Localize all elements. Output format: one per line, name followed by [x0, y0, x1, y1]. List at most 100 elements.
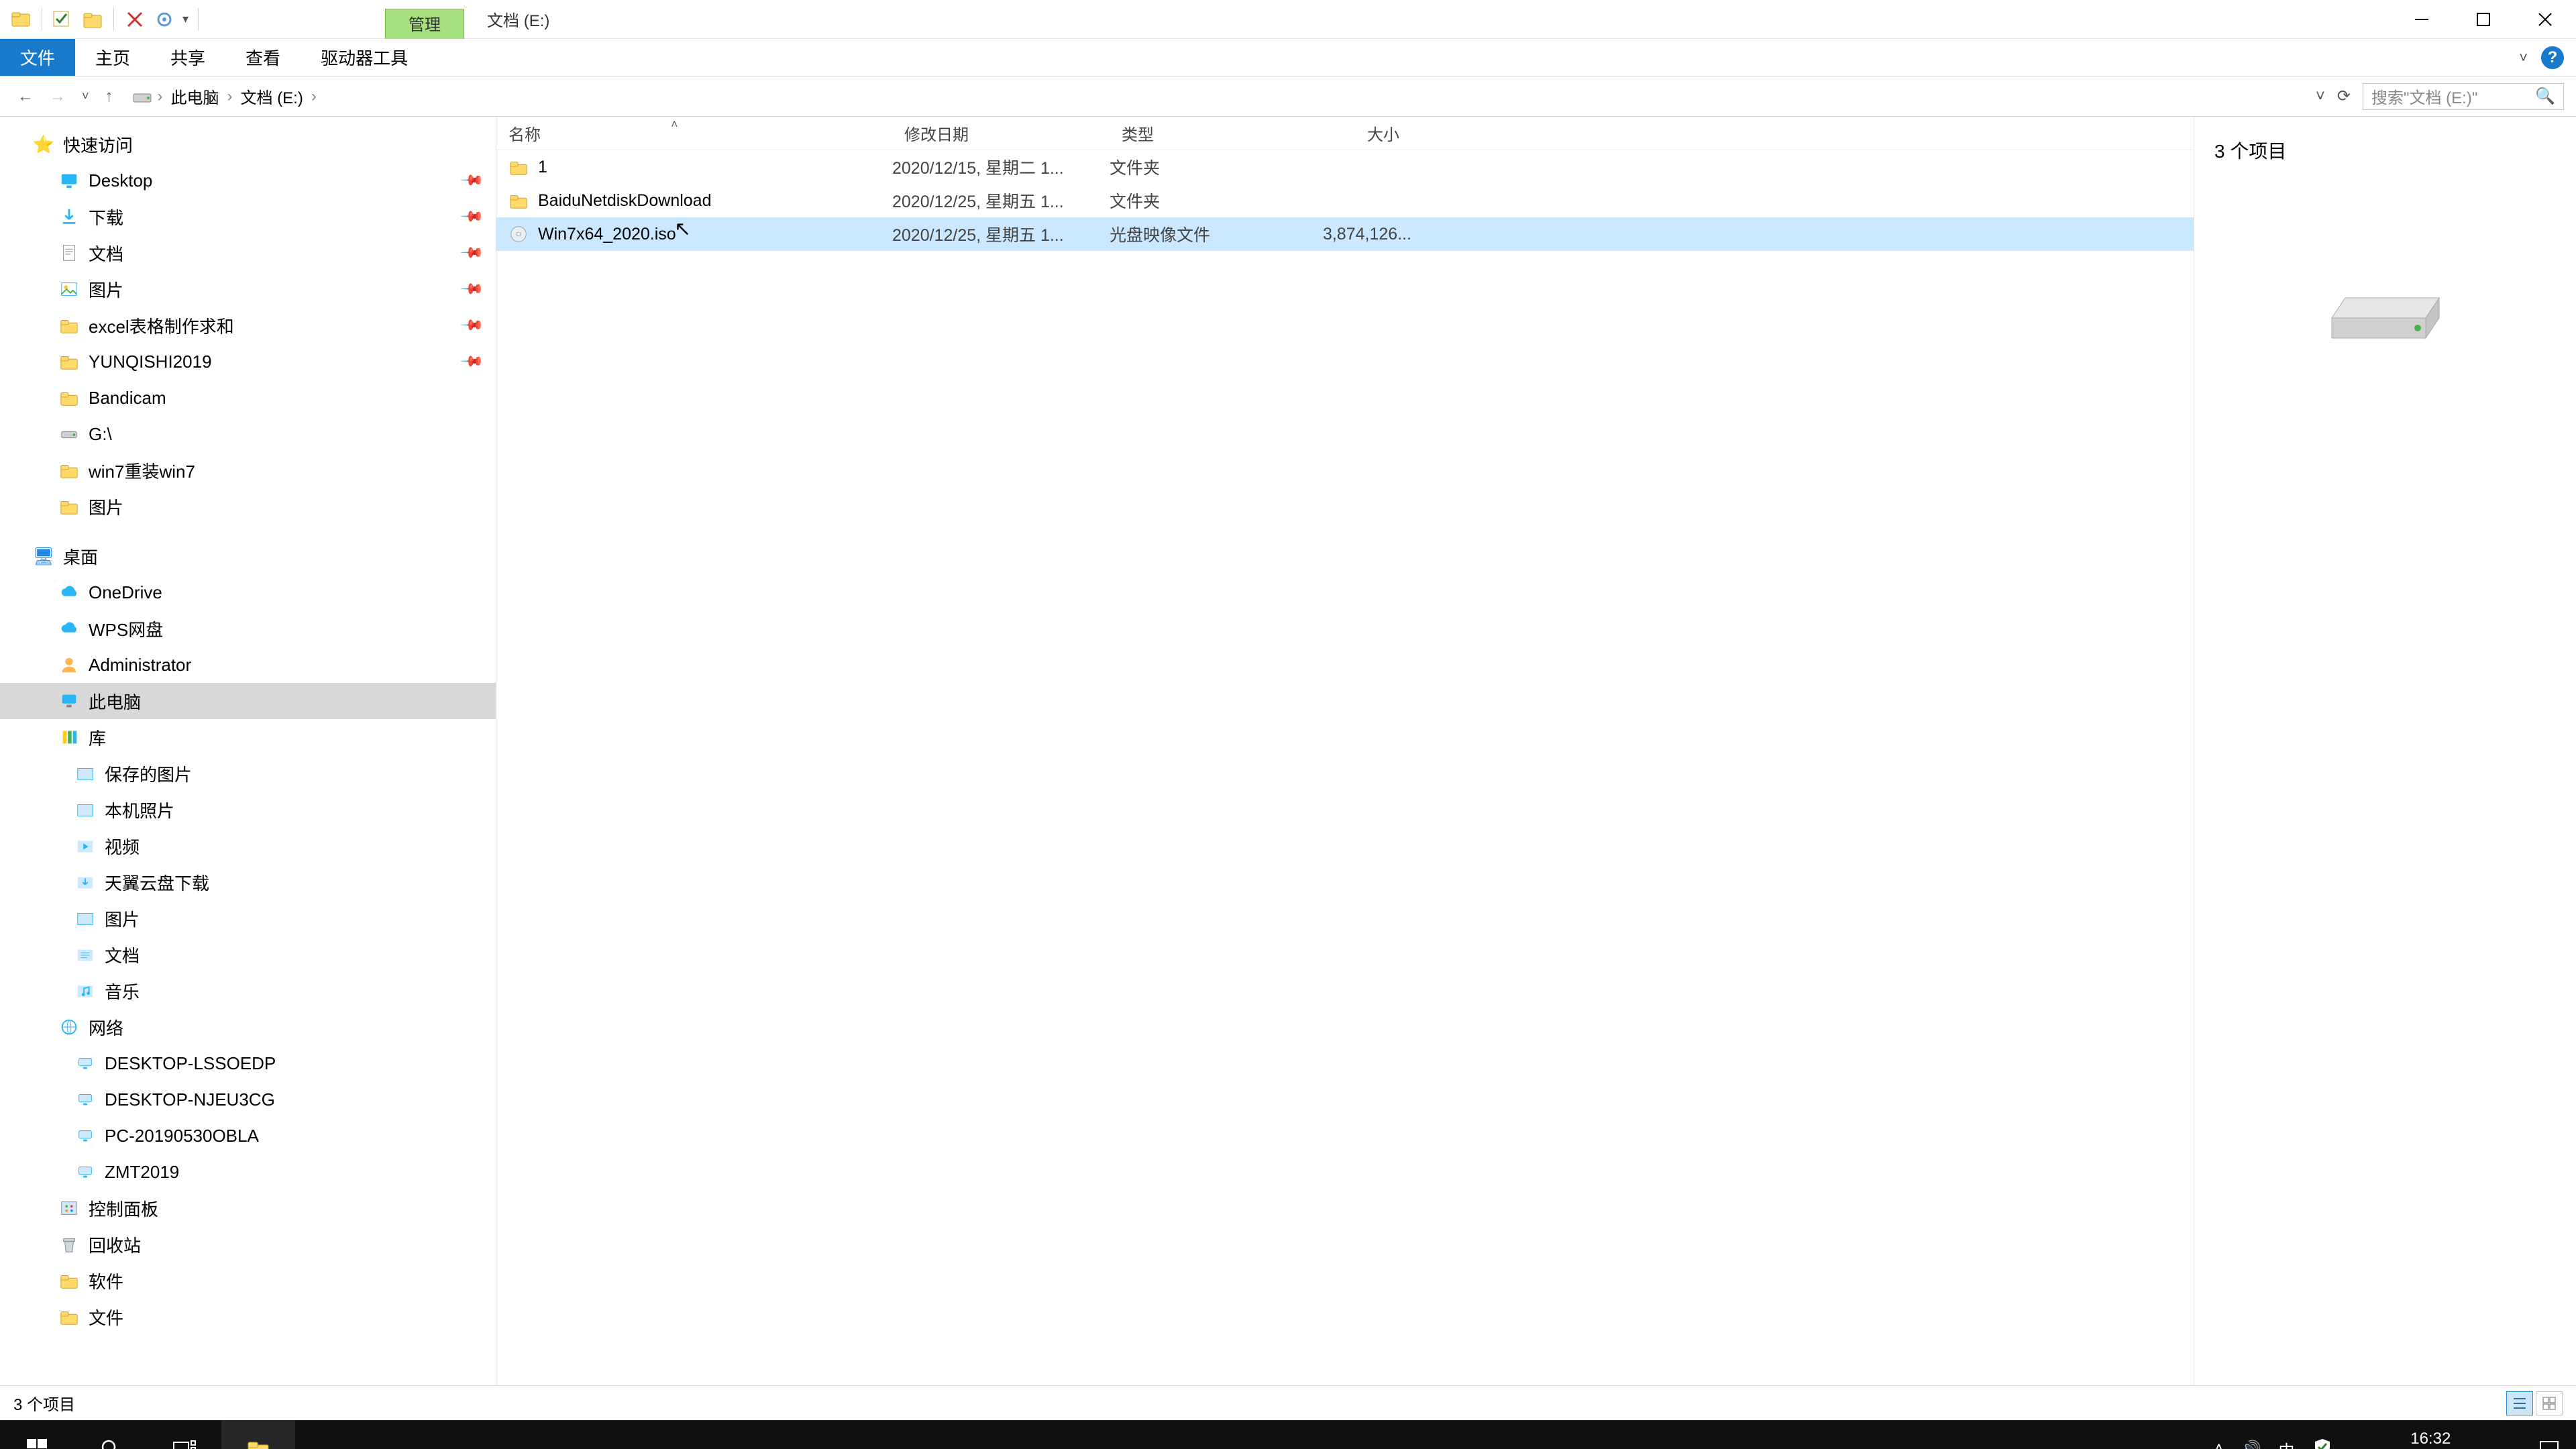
nav-label: OneDrive	[89, 582, 162, 603]
minimize-button[interactable]	[2391, 0, 2453, 38]
nav-child-item[interactable]: 图片	[0, 900, 496, 936]
nav-quick-item[interactable]: 图片📌	[0, 271, 496, 307]
qat-folder-icon[interactable]	[81, 8, 104, 31]
col-type[interactable]: 类型	[1110, 121, 1291, 145]
search-icon[interactable]: 🔍	[2535, 87, 2555, 106]
nav-desktop-item[interactable]: 此电脑	[0, 683, 496, 719]
net-icon	[59, 1017, 79, 1037]
context-tab-manage[interactable]: 管理	[385, 9, 464, 39]
forward-button[interactable]: →	[50, 87, 66, 106]
ribbon-tab-view[interactable]: 查看	[225, 39, 301, 76]
nav-quick-item[interactable]: 文档📌	[0, 235, 496, 271]
nav-desktop-item[interactable]: 回收站	[0, 1226, 496, 1263]
nav-desktop-item[interactable]: 库	[0, 719, 496, 755]
nav-desktop[interactable]: 🖥 桌面	[0, 538, 496, 574]
file-row[interactable]: Win7x64_2020.iso2020/12/25, 星期五 1...光盘映像…	[496, 217, 2194, 251]
nav-quick-item[interactable]: G:\	[0, 416, 496, 452]
security-icon[interactable]	[2312, 1437, 2332, 1449]
nav-quick-access[interactable]: ⭐ 快速访问	[0, 126, 496, 162]
ribbon-tab-file[interactable]: 文件	[0, 39, 75, 76]
start-button[interactable]	[0, 1420, 74, 1449]
nav-label: 图片	[89, 494, 123, 519]
taskbar-clock[interactable]: 16:32 2020/12/25, 星期五	[2350, 1429, 2512, 1449]
nav-quick-item[interactable]: win7重装win7	[0, 452, 496, 488]
file-type: 文件夹	[1110, 155, 1291, 179]
recent-dropdown-icon[interactable]: ˅	[82, 89, 89, 103]
nav-child-item[interactable]: 音乐	[0, 973, 496, 1009]
nav-quick-item[interactable]: 图片	[0, 488, 496, 525]
crumb-drive[interactable]: 文档 (E:)	[237, 83, 307, 109]
up-button[interactable]: ↑	[105, 87, 113, 106]
nav-quick-item[interactable]: excel表格制作求和📌	[0, 307, 496, 343]
nav-child-item[interactable]: 本机照片	[0, 792, 496, 828]
close-button[interactable]	[2514, 0, 2576, 38]
ribbon-tab-home[interactable]: 主页	[75, 39, 150, 76]
col-name[interactable]: 名称˄	[496, 121, 892, 145]
nav-desktop-item[interactable]: 文件	[0, 1299, 496, 1335]
view-details-button[interactable]	[2506, 1391, 2533, 1415]
nav-quick-item[interactable]: Bandicam	[0, 380, 496, 416]
nav-child-item[interactable]: 视频	[0, 828, 496, 864]
crumb-this-pc[interactable]: 此电脑	[167, 83, 223, 109]
col-size[interactable]: 大小	[1291, 121, 1411, 145]
nav-child-item[interactable]: 天翼云盘下载	[0, 864, 496, 900]
nav-desktop-item[interactable]: 网络	[0, 1009, 496, 1045]
ribbon-tab-share[interactable]: 共享	[150, 39, 225, 76]
file-date: 2020/12/15, 星期二 1...	[892, 155, 1110, 179]
nav-child-item[interactable]: 保存的图片	[0, 755, 496, 792]
nav-quick-item[interactable]: Desktop📌	[0, 162, 496, 199]
action-center-button[interactable]: 3	[2529, 1420, 2569, 1449]
folder-icon	[59, 352, 79, 372]
nav-label: DESKTOP-LSSOEDP	[105, 1053, 276, 1074]
tray-overflow-icon[interactable]: ˄	[2214, 1440, 2224, 1449]
nav-label: 天翼云盘下载	[105, 870, 209, 895]
nav-child-item[interactable]: ZMT2019	[0, 1154, 496, 1190]
volume-icon[interactable]: 🔊	[2241, 1440, 2261, 1449]
task-view-button[interactable]	[148, 1420, 221, 1449]
ribbon-tab-drive-tools[interactable]: 驱动器工具	[301, 39, 428, 76]
qat-delete-icon[interactable]	[123, 8, 146, 31]
nav-desktop-item[interactable]: OneDrive	[0, 574, 496, 610]
file-row[interactable]: 12020/12/15, 星期二 1...文件夹	[496, 150, 2194, 184]
file-row[interactable]: BaiduNetdiskDownload2020/12/25, 星期五 1...…	[496, 184, 2194, 217]
nav-child-item[interactable]: DESKTOP-NJEU3CG	[0, 1081, 496, 1118]
cloud-blue-icon	[59, 619, 79, 639]
nav-label: 音乐	[105, 979, 140, 1004]
chevron-right-icon[interactable]: ›	[227, 87, 233, 106]
qat-settings-icon[interactable]	[153, 8, 176, 31]
lib-icon	[59, 727, 79, 747]
sort-indicator-up-icon: ˄	[671, 117, 678, 131]
help-button[interactable]: ?	[2541, 46, 2564, 69]
nav-quick-item[interactable]: YUNQISHI2019📌	[0, 343, 496, 380]
taskbar-explorer-button[interactable]	[221, 1420, 295, 1449]
qat-check-icon[interactable]	[52, 8, 74, 31]
maximize-button[interactable]	[2453, 0, 2514, 38]
nav-desktop-item[interactable]: 控制面板	[0, 1190, 496, 1226]
address-dropdown-icon[interactable]: ˅	[2316, 87, 2325, 106]
refresh-button[interactable]: ⟳	[2337, 87, 2351, 106]
folder-icon	[508, 157, 529, 177]
nav-quick-item[interactable]: 下载📌	[0, 199, 496, 235]
view-large-icons-button[interactable]	[2536, 1391, 2563, 1415]
chevron-right-icon[interactable]: ›	[158, 87, 163, 106]
drive-usb-icon	[59, 424, 79, 444]
col-date[interactable]: 修改日期	[892, 121, 1110, 145]
search-input[interactable]: 搜索"文档 (E:)" 🔍	[2363, 83, 2564, 110]
back-button[interactable]: ←	[17, 87, 34, 106]
desktop-icon: 🖥	[34, 546, 54, 566]
nav-child-item[interactable]: DESKTOP-LSSOEDP	[0, 1045, 496, 1081]
nav-child-item[interactable]: PC-20190530OBLA	[0, 1118, 496, 1154]
nav-desktop-item[interactable]: Administrator	[0, 647, 496, 683]
taskbar-search-button[interactable]	[74, 1420, 148, 1449]
nav-desktop-item[interactable]: WPS网盘	[0, 610, 496, 647]
nav-buttons: ← → ˅ ↑	[0, 87, 131, 106]
breadcrumb[interactable]: › 此电脑 › 文档 (E:) ›	[131, 83, 2304, 109]
ribbon-collapse-icon[interactable]: ˅	[2519, 49, 2528, 66]
nav-desktop-item[interactable]: 软件	[0, 1263, 496, 1299]
ime-indicator[interactable]: 中	[2279, 1438, 2295, 1449]
search-placeholder: 搜索"文档 (E:)"	[2371, 85, 2477, 108]
nav-child-item[interactable]: 文档	[0, 936, 496, 973]
pin-icon: 📌	[459, 313, 484, 338]
chevron-right-icon[interactable]: ›	[311, 87, 317, 106]
qat-dropdown-icon[interactable]: ▾	[182, 12, 189, 26]
